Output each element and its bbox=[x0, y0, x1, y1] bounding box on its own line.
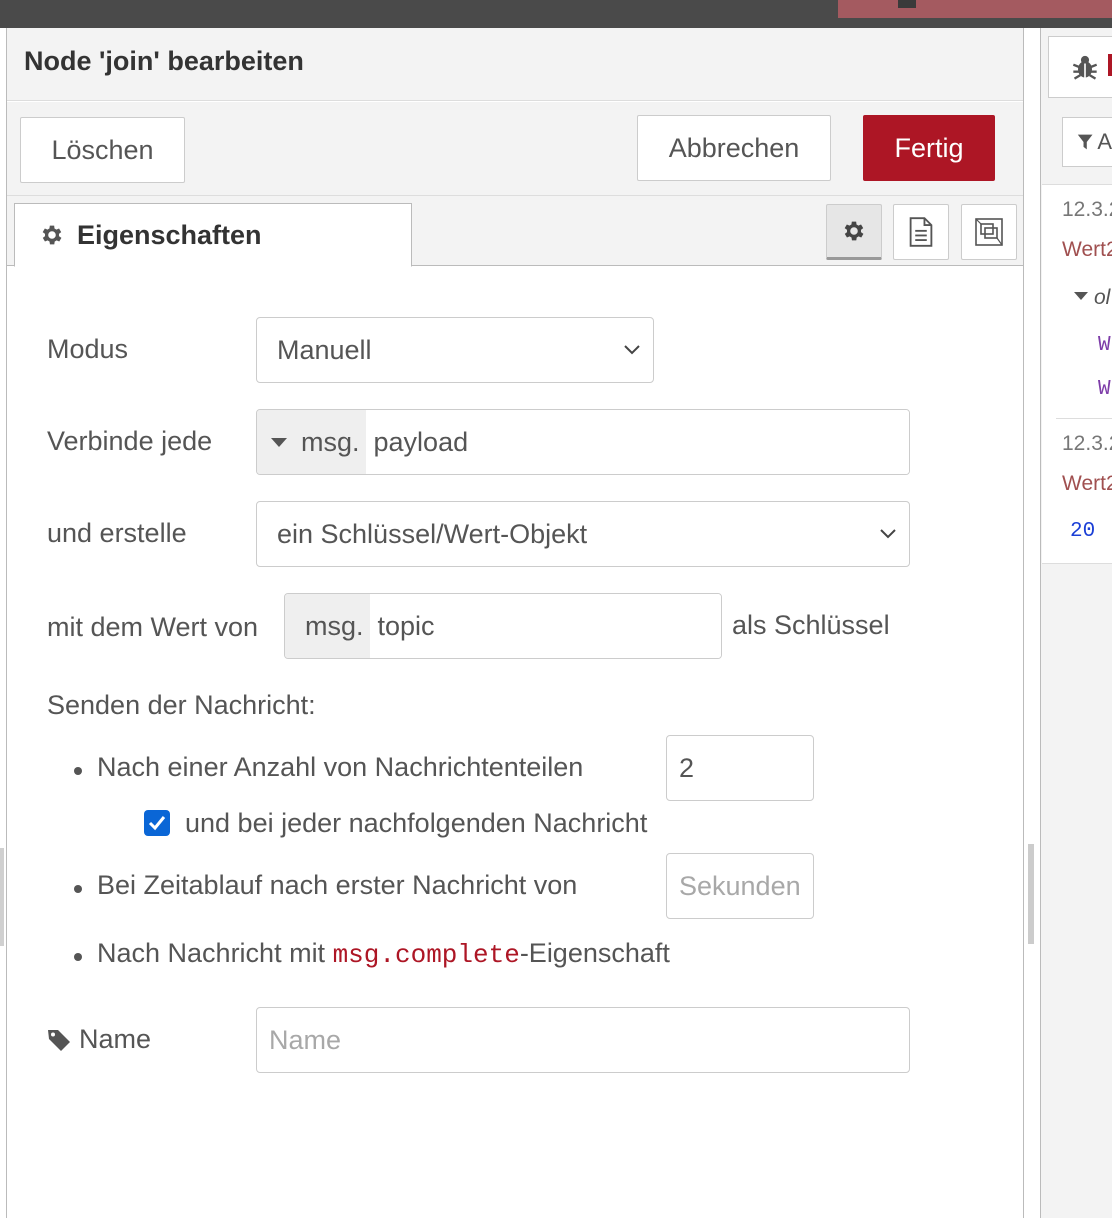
as-key-label: als Schlüssel bbox=[732, 610, 890, 640]
key-prefix: msg. bbox=[285, 594, 370, 658]
delete-button[interactable]: Löschen bbox=[20, 117, 185, 183]
debug-msg-value: 20 bbox=[1070, 520, 1096, 543]
tab-properties-label: Eigenschaften bbox=[77, 219, 262, 250]
combine-type-selector[interactable]: msg. bbox=[257, 410, 366, 474]
create-select-value: ein Schlüssel/Wert-Objekt bbox=[277, 518, 588, 549]
key-value[interactable]: topic bbox=[369, 594, 721, 658]
tab-properties[interactable]: Eigenschaften bbox=[14, 203, 412, 267]
done-button[interactable]: Fertig bbox=[863, 115, 995, 181]
timeout-label: Bei Zeitablauf nach erster Nachricht von bbox=[97, 870, 578, 900]
checkmark-icon bbox=[148, 816, 166, 831]
debug-msg-date: 12.3.2 bbox=[1062, 432, 1112, 455]
complete-text-before: Nach Nachricht mit bbox=[97, 938, 333, 968]
tray-title: Node 'join' bearbeiten bbox=[24, 46, 304, 76]
debug-tab[interactable] bbox=[1048, 36, 1112, 98]
combine-prefix: msg. bbox=[301, 426, 360, 457]
debug-tab-indicator bbox=[1108, 54, 1112, 76]
appearance-tab-button[interactable] bbox=[961, 204, 1017, 260]
mode-select[interactable]: Manuell bbox=[256, 317, 654, 383]
debug-msg-date: 12.3.2 bbox=[1062, 198, 1112, 221]
mode-label: Modus bbox=[47, 334, 129, 364]
key-property-input[interactable]: msg. topic bbox=[284, 593, 722, 659]
complete-property-label: Nach Nachricht mit msg.complete-Eigensch… bbox=[97, 938, 670, 970]
debug-msg-topic: Wert2 bbox=[1062, 472, 1112, 495]
workspace-edge bbox=[0, 848, 4, 946]
expand-caret-icon[interactable] bbox=[1074, 292, 1088, 300]
debug-msg-property: W bbox=[1098, 378, 1111, 401]
create-label: und erstelle bbox=[47, 518, 187, 548]
bullet bbox=[74, 767, 82, 775]
subsequent-checkbox[interactable] bbox=[144, 810, 170, 836]
after-parts-label: Nach einer Anzahl von Nachrichtenteilen bbox=[97, 752, 584, 782]
deploy-icon bbox=[898, 0, 916, 8]
gear-icon bbox=[844, 221, 864, 241]
gear-icon bbox=[42, 225, 62, 245]
combine-property-input[interactable]: msg. payload bbox=[256, 409, 910, 475]
mode-select-value: Manuell bbox=[277, 334, 372, 365]
debug-filter-label: A bbox=[1097, 129, 1112, 154]
name-label-row: Name bbox=[47, 1024, 151, 1055]
appearance-icon bbox=[975, 218, 1003, 246]
filter-icon bbox=[1077, 134, 1093, 150]
debug-msg-object[interactable]: ol bbox=[1094, 286, 1112, 310]
name-label: Name bbox=[79, 1024, 152, 1054]
name-input[interactable]: Name bbox=[256, 1007, 910, 1073]
debug-msg-property: W bbox=[1098, 334, 1111, 357]
settings-tab-button[interactable] bbox=[826, 204, 882, 260]
complete-code: msg.complete bbox=[332, 940, 520, 970]
create-select[interactable]: ein Schlüssel/Wert-Objekt bbox=[256, 501, 910, 567]
tag-icon bbox=[48, 1029, 70, 1051]
combine-value[interactable]: payload bbox=[365, 410, 909, 474]
chevron-down-icon bbox=[624, 345, 640, 355]
subsequent-label: und bei jeder nachfolgenden Nachricht bbox=[185, 808, 648, 838]
deploy-button-area[interactable] bbox=[838, 0, 1112, 18]
caret-down-icon bbox=[271, 437, 287, 447]
complete-text-after: -Eigenschaft bbox=[519, 938, 670, 968]
send-message-label: Senden der Nachricht: bbox=[47, 690, 316, 720]
description-icon bbox=[909, 217, 933, 247]
debug-filter-button[interactable]: A bbox=[1062, 117, 1112, 167]
description-tab-button[interactable] bbox=[893, 204, 949, 260]
parts-count-input[interactable]: 2 bbox=[666, 735, 814, 801]
bug-icon bbox=[1072, 55, 1098, 80]
debug-msg-separator bbox=[1056, 418, 1112, 419]
tray-resize-handle[interactable] bbox=[1028, 844, 1034, 944]
cancel-button[interactable]: Abbrechen bbox=[637, 115, 831, 181]
bullet bbox=[74, 885, 82, 893]
chevron-down-icon bbox=[880, 529, 896, 539]
timeout-seconds-input[interactable]: Sekunden bbox=[666, 853, 814, 919]
value-of-label: mit dem Wert von bbox=[47, 612, 259, 642]
debug-msg-topic: Wert2 bbox=[1062, 238, 1112, 261]
bullet bbox=[74, 953, 82, 961]
combine-label: Verbinde jede bbox=[47, 426, 213, 456]
